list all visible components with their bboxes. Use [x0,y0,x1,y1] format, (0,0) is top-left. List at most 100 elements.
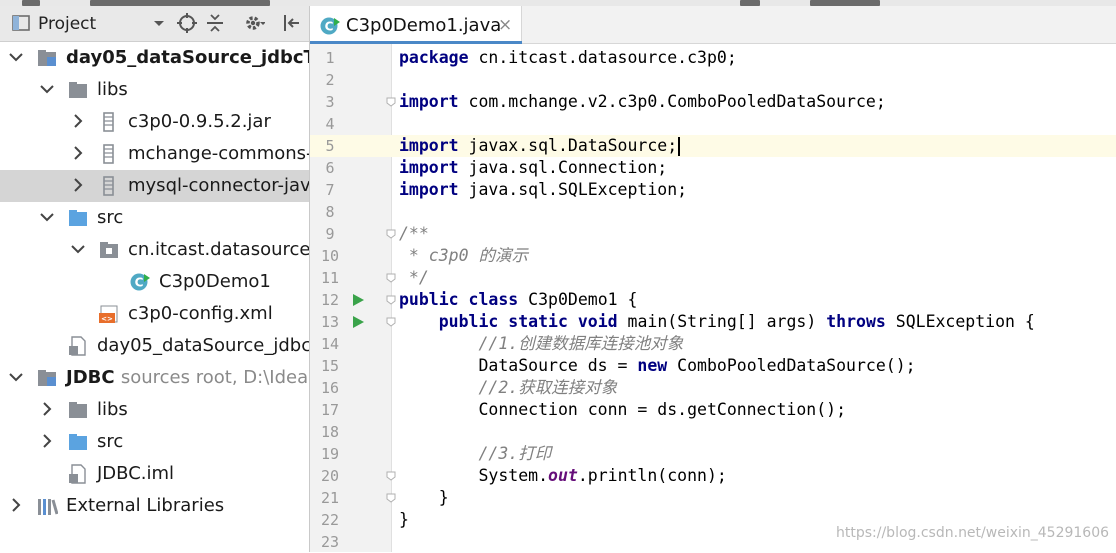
tree-item[interactable]: src [0,202,309,234]
code-line[interactable]: package cn.itcast.datasource.c3p0; [399,47,737,69]
code-line[interactable]: Connection conn = ds.getConnection(); [399,399,846,421]
fold-marker-icon[interactable] [386,471,396,481]
fold-marker-icon[interactable] [386,273,396,283]
tree-item-label: libs [97,399,128,420]
code-line[interactable]: //1.创建数据库连接池对象 [399,333,683,355]
code-line[interactable]: } [399,509,409,531]
xml-file-icon: <> [99,305,118,323]
iml-file-icon [69,464,86,484]
tree-item-label: mysql-connector-java [128,175,310,196]
module-icon [38,370,56,386]
code-line[interactable]: public static void main(String[] args) t… [399,311,1035,333]
code-line[interactable]: import javax.sql.DataSource; [399,135,681,157]
tree-item[interactable]: src [0,426,309,458]
line-number: 7 [325,181,335,199]
tree-item-sublabel: sources root, D:\IdeaP [120,367,310,388]
code-line[interactable]: */ [399,267,429,289]
collapse-all-icon[interactable] [204,12,226,34]
code-line[interactable]: import java.sql.Connection; [399,157,667,179]
line-number: 14 [320,335,340,353]
chevron-right-icon[interactable] [39,401,55,417]
line-number: 5 [325,137,335,155]
line-number: 9 [325,225,335,243]
fold-marker-icon[interactable] [386,295,396,305]
code-line[interactable]: /** [399,223,429,245]
svg-text:C: C [135,276,144,290]
source-folder-icon [69,210,87,226]
chevron-down-icon[interactable] [39,209,55,225]
tree-item[interactable]: c3p0-0.9.5.2.jar [0,106,309,138]
line-number: 23 [320,533,340,551]
gear-icon[interactable] [243,12,265,34]
source-folder-icon [69,434,87,450]
code-line[interactable]: DataSource ds = new ComboPooledDataSourc… [399,355,915,377]
line-number: 17 [320,401,340,419]
tree-item[interactable]: day05_dataSource_jdbcTem [0,42,309,74]
chevron-right-icon[interactable] [8,497,24,513]
line-number: 8 [325,203,335,221]
run-icon[interactable] [351,315,365,329]
line-number: 4 [325,115,335,133]
tree-item[interactable]: JDBC sources root, D:\IdeaP [0,362,310,394]
jar-icon [103,176,114,196]
module-icon [38,50,56,66]
close-icon[interactable]: × [498,15,512,35]
locate-icon[interactable] [176,12,198,34]
run-icon[interactable] [351,293,365,307]
tree-item[interactable]: cn.itcast.datasource.c [0,234,309,266]
project-view-icon [12,15,30,31]
line-number: 16 [320,379,340,397]
hide-panel-icon[interactable] [281,12,303,34]
tab-c3p0demo1[interactable]: C C3p0Demo1.java × [310,6,522,44]
chevron-right-icon[interactable] [70,177,86,193]
code-line[interactable]: //3.打印 [399,443,551,465]
fold-marker-icon[interactable] [386,97,396,107]
tree-item[interactable]: day05_dataSource_jdbcT [0,330,309,362]
tree-item-label: mchange-commons-j [128,143,310,164]
code-line[interactable]: import java.sql.SQLException; [399,179,687,201]
java-class-icon: C [320,17,340,35]
chevron-down-icon[interactable] [39,81,55,97]
fold-marker-icon[interactable] [386,229,396,239]
code-line[interactable]: * c3p0 的演示 [399,245,528,267]
svg-text:<>: <> [101,315,113,323]
code-line[interactable]: //2.获取连接对象 [399,377,617,399]
project-tool-window: Project day05_dataSource_jdbcTemlibsc3p0… [0,6,310,552]
tree-item-label: src [97,207,124,228]
chevron-down-icon[interactable] [70,241,86,257]
tree-item[interactable]: <> c3p0-config.xml [0,298,309,330]
editor-tab-bar: C C3p0Demo1.java × [310,6,1116,44]
tree-item[interactable]: mchange-commons-j [0,138,310,170]
chevron-right-icon[interactable] [70,145,86,161]
chevron-down-icon[interactable] [8,49,24,65]
text-caret [678,137,681,156]
code-line[interactable]: System.out.println(conn); [399,465,726,487]
line-number: 2 [325,71,335,89]
tree-item[interactable]: libs [0,74,309,106]
fold-marker-icon[interactable] [386,493,396,503]
fold-marker-icon[interactable] [386,317,396,327]
line-number: 10 [320,247,340,265]
folder-icon [69,402,87,418]
tree-item[interactable]: JDBC.iml [0,458,309,490]
line-number: 3 [325,93,335,111]
tree-item-label: day05_dataSource_jdbcTem [66,47,309,68]
tree-item-label: JDBC sources root, D:\IdeaP [66,367,310,388]
tree-item-label: JDBC.iml [97,463,175,484]
code-line[interactable]: import com.mchange.v2.c3p0.ComboPooledDa… [399,91,886,113]
tree-item[interactable]: External Libraries [0,490,309,522]
tree-item[interactable]: C C3p0Demo1 [0,266,309,298]
folder-icon [69,82,87,98]
tree-item-label: c3p0-0.9.5.2.jar [128,111,271,132]
tree-item[interactable]: mysql-connector-java [0,170,310,202]
code-line[interactable]: } [399,487,449,509]
tree-item[interactable]: libs [0,394,309,426]
chevron-down-icon[interactable] [8,369,24,385]
chevron-down-icon[interactable] [148,12,170,34]
chevron-right-icon[interactable] [70,113,86,129]
jar-icon [103,112,114,132]
chevron-right-icon[interactable] [39,433,55,449]
code-line[interactable]: public class C3p0Demo1 { [399,289,637,311]
line-number: 18 [320,423,340,441]
svg-text:C: C [325,20,334,34]
